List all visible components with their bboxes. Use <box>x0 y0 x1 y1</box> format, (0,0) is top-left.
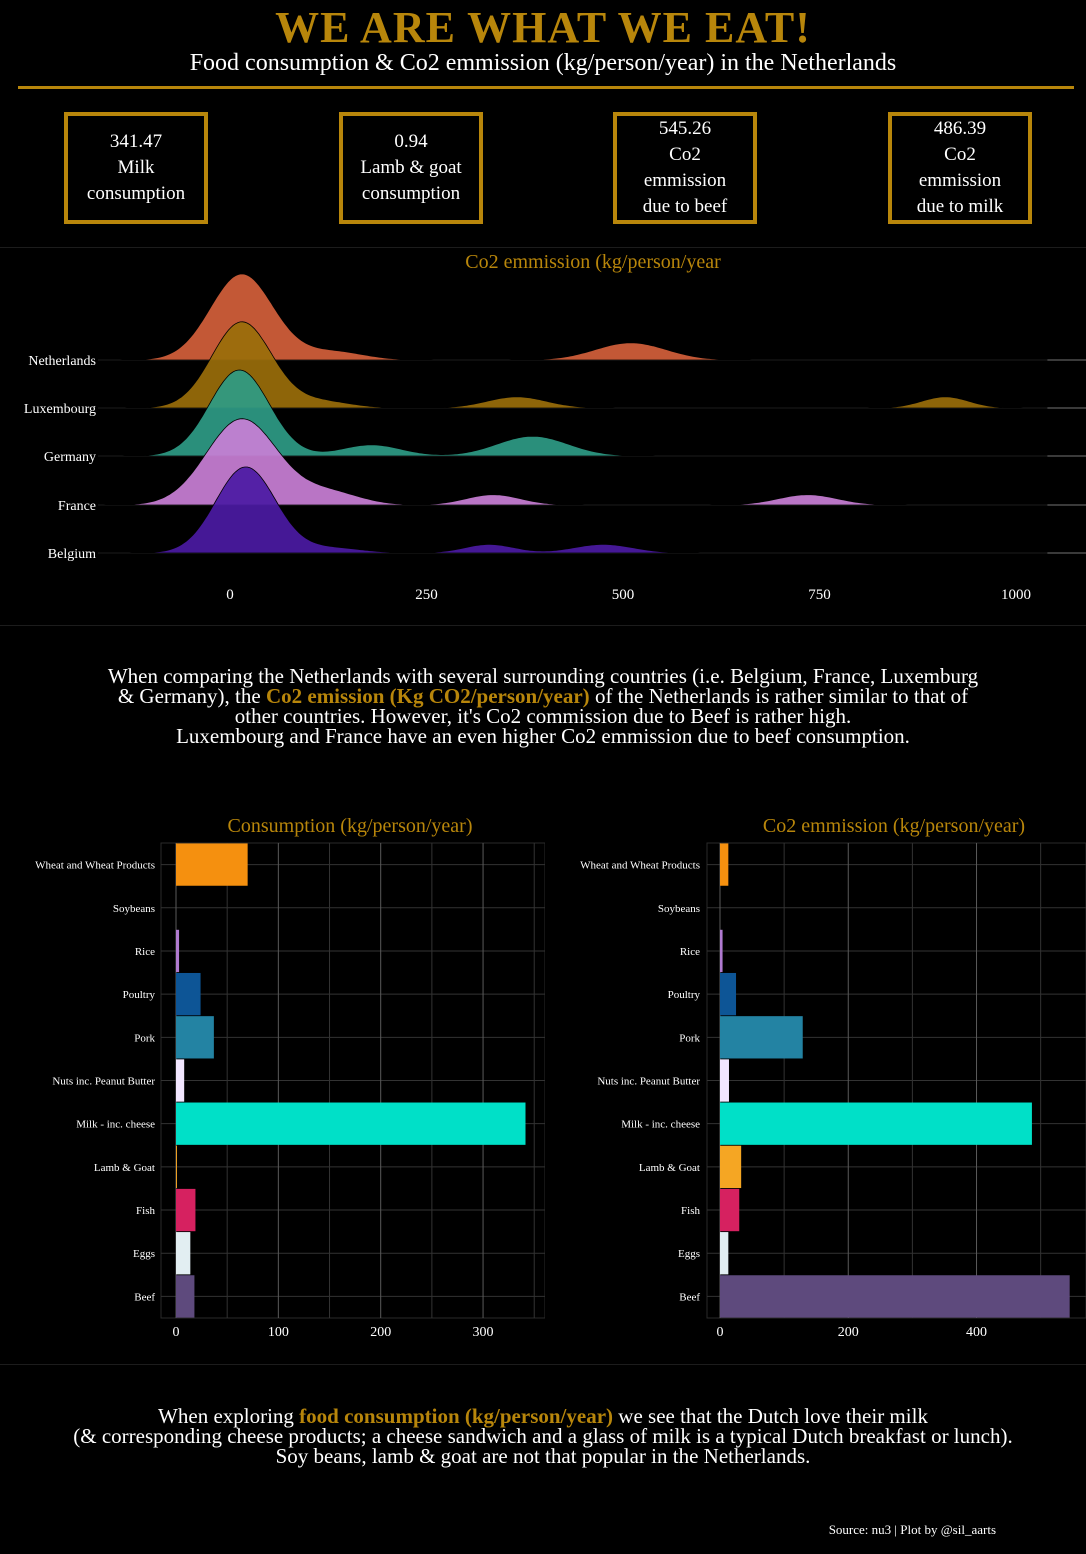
source-credit: Source: nu3 | Plot by @sil_aarts <box>828 1522 996 1537</box>
paragraph-line: Soy beans, lamb & goat are not that popu… <box>275 1444 811 1468</box>
ridge-label-luxembourg: Luxembourg <box>24 402 96 417</box>
kpi-value: 486.39 <box>933 118 987 139</box>
bar-milk-inc-cheese <box>720 1102 1032 1145</box>
co2-bar-chart: Co2 emmission (kg/person/year) Wheat and… <box>580 815 1086 1340</box>
ridge-label-germany: Germany <box>44 450 96 465</box>
bar-pork <box>176 1016 214 1059</box>
category-label: Milk - inc. cheese <box>76 1119 155 1131</box>
bar-wheat-and-wheat-products <box>176 843 248 886</box>
kpi-label-line: emmission <box>918 170 1002 191</box>
bar-milk-inc-cheese <box>176 1102 526 1145</box>
paragraph-comparison: When comparing the Netherlands with seve… <box>0 664 1086 748</box>
kpi-label-line: Co2 <box>944 144 976 165</box>
category-label: Nuts inc. Peanut Butter <box>597 1076 700 1088</box>
page-title: WE ARE WHAT WE EAT! <box>275 3 811 52</box>
kpi-value: 341.47 <box>109 131 163 152</box>
paragraph-line: (& corresponding cheese products; a chee… <box>73 1424 1013 1448</box>
kpi-label-line: Milk <box>117 157 155 178</box>
kpi-co2-beef: 545.26 Co2 emmission due to beef <box>613 112 757 224</box>
category-label: Lamb & Goat <box>639 1162 700 1174</box>
category-label: Rice <box>135 946 155 958</box>
x-tick-label: 400 <box>966 1325 987 1340</box>
kpi-label-line: due to milk <box>916 196 1004 217</box>
bar-beef <box>176 1275 195 1318</box>
category-label: Fish <box>681 1205 700 1217</box>
category-label: Eggs <box>133 1248 155 1260</box>
kpi-value: 545.26 <box>658 118 712 139</box>
bar-eggs <box>176 1232 191 1275</box>
bar-eggs <box>720 1232 729 1275</box>
ridge-x-tick: 500 <box>612 587 635 603</box>
category-label: Wheat and Wheat Products <box>35 860 155 872</box>
kpi-co2-milk: 486.39 Co2 emmission due to milk <box>888 112 1032 224</box>
section-divider <box>0 1364 1086 1365</box>
category-label: Milk - inc. cheese <box>621 1119 700 1131</box>
category-label: Beef <box>679 1291 700 1303</box>
ridgeline-chart: Co2 emmission (kg/person/year Netherland… <box>24 251 1086 603</box>
kpi-label-line: consumption <box>86 183 186 204</box>
bar-poultry <box>720 972 737 1016</box>
ridgeline-chart-title: Co2 emmission (kg/person/year <box>465 251 721 273</box>
bar-rice <box>176 929 180 973</box>
x-tick-label: 0 <box>717 1325 724 1340</box>
bar-rice <box>720 929 723 973</box>
bar-nuts-inc-peanut-butter <box>720 1059 729 1102</box>
category-label: Pork <box>134 1032 155 1044</box>
x-tick-label: 200 <box>838 1325 859 1340</box>
bar-beef <box>720 1275 1070 1318</box>
consumption-chart-title: Consumption (kg/person/year) <box>228 815 473 837</box>
bar-fish <box>720 1188 740 1232</box>
x-tick-label: 0 <box>173 1325 180 1340</box>
kpi-label-line: Lamb & goat <box>360 157 462 178</box>
ridge-x-tick: 1000 <box>1001 587 1031 603</box>
bar-fish <box>176 1188 196 1232</box>
bar-lamb-goat <box>176 1145 177 1189</box>
ridge-label-netherlands: Netherlands <box>28 354 96 369</box>
category-label: Pork <box>679 1032 700 1044</box>
kpi-label-line: due to beef <box>642 196 728 217</box>
kpi-value: 0.94 <box>394 131 428 152</box>
kpi-lamb-goat-consumption: 0.94 Lamb & goat consumption <box>339 112 483 224</box>
ridge-x-tick: 250 <box>415 587 438 603</box>
category-label: Lamb & Goat <box>94 1162 155 1174</box>
paragraph-line: Luxembourg and France have an even highe… <box>176 724 910 748</box>
paragraph-consumption: When exploring food consumption (kg/pers… <box>0 1406 1086 1468</box>
category-label: Soybeans <box>658 903 700 915</box>
page-subtitle: Food consumption & Co2 emmission (kg/per… <box>189 50 897 76</box>
x-tick-label: 200 <box>370 1325 391 1340</box>
category-label: Poultry <box>123 989 156 1001</box>
category-label: Soybeans <box>113 903 155 915</box>
bar-poultry <box>176 972 201 1016</box>
kpi-label-line: consumption <box>361 183 461 204</box>
category-label: Fish <box>136 1205 155 1217</box>
kpi-milk-consumption: 341.47 Milk consumption <box>64 112 208 224</box>
kpi-label-line: emmission <box>643 170 727 191</box>
ridge-belgium <box>96 466 1048 554</box>
category-label: Wheat and Wheat Products <box>580 860 700 872</box>
category-label: Rice <box>680 946 700 958</box>
ridge-x-tick: 0 <box>226 587 234 603</box>
kpi-label-line: Co2 <box>669 144 701 165</box>
paragraph-line: When comparing the Netherlands with seve… <box>107 664 979 688</box>
consumption-bar-chart: Consumption (kg/person/year) Wheat and W… <box>35 815 545 1340</box>
x-tick-label: 300 <box>473 1325 494 1340</box>
bar-nuts-inc-peanut-butter <box>176 1059 185 1102</box>
bar-wheat-and-wheat-products <box>720 843 729 886</box>
category-label: Poultry <box>668 989 701 1001</box>
x-tick-label: 100 <box>268 1325 289 1340</box>
category-label: Eggs <box>678 1248 700 1260</box>
ridge-label-france: France <box>58 499 96 514</box>
paragraph-line: other countries. However, it's Co2 commi… <box>234 704 852 728</box>
paragraph-line: When exploring food consumption (kg/pers… <box>0 1406 1086 1427</box>
section-divider <box>0 625 1086 626</box>
title-divider <box>18 86 1074 89</box>
category-label: Nuts inc. Peanut Butter <box>52 1076 155 1088</box>
ridge-x-tick: 750 <box>808 587 831 603</box>
paragraph-line: & Germany), the Co2 emission (Kg CO2/per… <box>0 686 1086 707</box>
ridge-label-belgium: Belgium <box>48 547 96 562</box>
co2-chart-title: Co2 emmission (kg/person/year) <box>763 815 1025 837</box>
category-label: Beef <box>134 1291 155 1303</box>
bar-lamb-goat <box>720 1145 742 1189</box>
bar-pork <box>720 1016 803 1059</box>
